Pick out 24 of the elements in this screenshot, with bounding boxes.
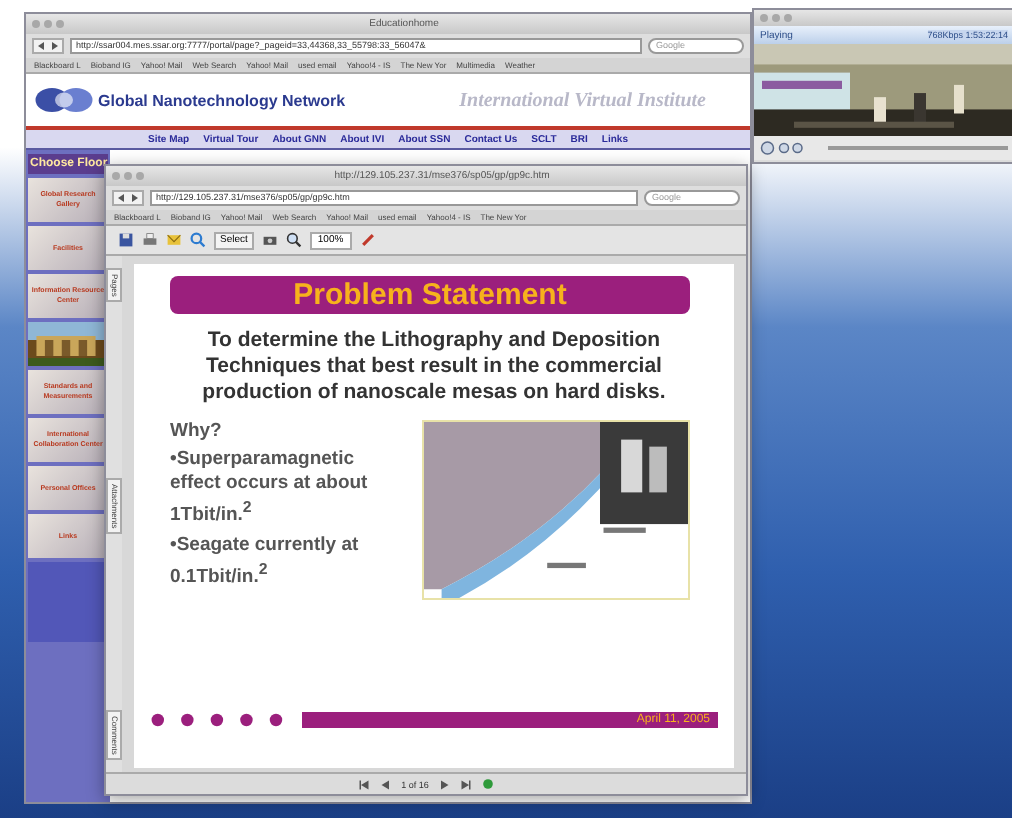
banner-title: International Virtual Institute — [459, 89, 706, 111]
sidebar-panel — [28, 562, 108, 642]
pencil-icon[interactable] — [359, 232, 376, 248]
first-page-icon[interactable] — [357, 779, 370, 789]
print-icon[interactable] — [142, 232, 158, 248]
back-forward-icon[interactable] — [32, 38, 64, 54]
slide-subheading: Why? — [170, 420, 224, 442]
go-icon[interactable] — [482, 778, 495, 790]
save-icon[interactable] — [118, 232, 134, 248]
camera-icon[interactable] — [261, 232, 278, 248]
email-icon[interactable] — [166, 232, 182, 248]
previous-page-icon[interactable] — [379, 779, 392, 789]
slide-title: Problem Statement — [170, 276, 690, 314]
search-icon[interactable] — [190, 232, 206, 248]
zoom-icon[interactable] — [285, 232, 302, 248]
player-controls[interactable] — [754, 136, 1012, 160]
back-forward-icon[interactable] — [112, 190, 144, 206]
bullet-text: •Superparamagnetic effect occurs at about 1Tbit/in.$^{2}$ — [170, 448, 370, 529]
globe-logo-icon — [34, 84, 94, 116]
next-page-icon[interactable] — [438, 779, 451, 789]
slide-statement: To determine the Lithography and Deposition Techniques that best result in the commercial production of nanoscale mesas on hard disks. — [200, 328, 668, 406]
site-logo-text: Global Nanotechnology Network — [98, 91, 346, 109]
bullet-text: •Seagate currently at 0.1Tbit/in.$^{2}$ — [170, 534, 361, 591]
last-page-icon[interactable] — [460, 779, 473, 789]
